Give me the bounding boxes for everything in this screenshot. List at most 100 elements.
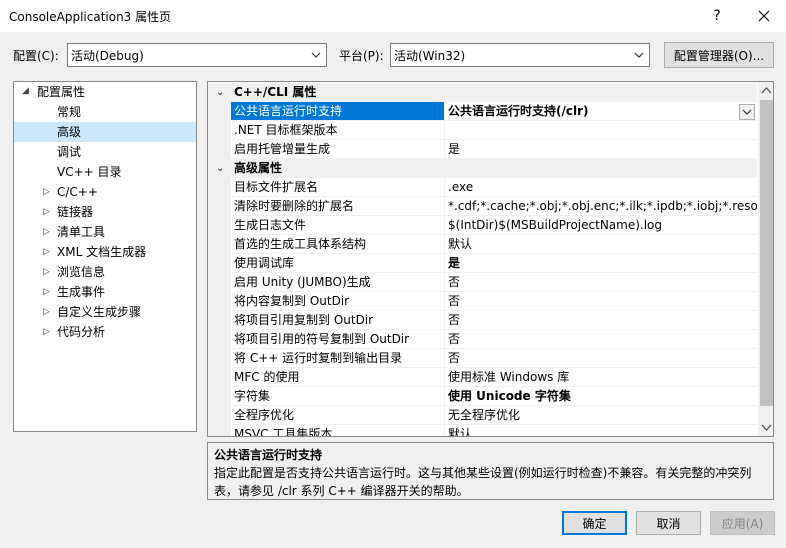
grid-gutter bbox=[208, 102, 231, 121]
description-text: 指定此配置是否支持公共语言运行时。这与其他某些设置(例如运行时检查)不兼容。有关… bbox=[214, 466, 752, 498]
close-button[interactable] bbox=[744, 0, 784, 32]
help-button[interactable]: ? bbox=[700, 0, 734, 32]
property-value[interactable]: 使用标准 Windows 库 bbox=[445, 368, 757, 387]
value-dropdown-button[interactable] bbox=[739, 104, 755, 120]
grid-row[interactable]: 将内容复制到 OutDir 否 bbox=[208, 292, 757, 311]
ok-button[interactable]: 确定 bbox=[562, 511, 627, 535]
tree-item[interactable]: 常规 bbox=[57, 102, 81, 122]
collapsed-triangle-icon[interactable]: ▷ bbox=[43, 267, 50, 277]
collapse-chevron-icon[interactable]: ⌄ bbox=[216, 83, 224, 102]
collapsed-triangle-icon[interactable]: ▷ bbox=[43, 247, 50, 257]
tree-item[interactable]: XML 文档生成器 bbox=[57, 242, 146, 262]
scroll-up-icon[interactable] bbox=[761, 86, 772, 96]
grid-row[interactable]: MFC 的使用 使用标准 Windows 库 bbox=[208, 368, 757, 387]
property-value[interactable] bbox=[445, 121, 757, 140]
collapsed-triangle-icon[interactable]: ▷ bbox=[43, 307, 50, 317]
property-value[interactable]: 否 bbox=[445, 273, 757, 292]
property-value[interactable]: 默认 bbox=[445, 425, 757, 436]
property-grid[interactable]: ⌄ C++/CLI 属性 公共语言运行时支持 公共语言运行时支持(/clr) .NET … bbox=[207, 81, 774, 437]
collapsed-triangle-icon[interactable]: ▷ bbox=[43, 287, 50, 297]
config-select[interactable]: 活动(Debug) bbox=[67, 43, 327, 67]
grid-gutter bbox=[208, 254, 231, 273]
property-value[interactable]: 是 bbox=[445, 254, 757, 273]
grid-row[interactable]: 清除时要删除的扩展名 *.cdf;*.cache;*.obj;*.obj.enc;… bbox=[208, 197, 757, 216]
grid-gutter bbox=[208, 235, 231, 254]
property-value[interactable]: 公共语言运行时支持(/clr) bbox=[445, 102, 757, 121]
collapsed-triangle-icon[interactable]: ▷ bbox=[43, 187, 50, 197]
tree-item[interactable]: C/C++ bbox=[57, 182, 98, 202]
description-title: 公共语言运行时支持 bbox=[214, 448, 323, 462]
collapsed-triangle-icon[interactable]: ▷ bbox=[43, 227, 50, 237]
grid-row[interactable]: 将项目引用的符号复制到 OutDir 否 bbox=[208, 330, 757, 349]
apply-button[interactable]: 应用(A) bbox=[710, 511, 775, 535]
configuration-manager-button[interactable]: 配置管理器(O)... bbox=[664, 42, 774, 68]
property-value[interactable]: 使用 Unicode 字符集 bbox=[445, 387, 757, 406]
property-name[interactable]: 目标文件扩展名 bbox=[231, 178, 445, 197]
title-bar: ConsoleApplication3 属性页 ? bbox=[0, 0, 786, 32]
scrollbar-thumb[interactable] bbox=[760, 100, 773, 406]
collapse-chevron-icon[interactable]: ⌄ bbox=[216, 159, 224, 178]
property-value[interactable]: 默认 bbox=[445, 235, 757, 254]
grid-row[interactable]: 将 C++ 运行时复制到输出目录否 bbox=[208, 349, 757, 368]
tree-item[interactable]: 链接器 bbox=[57, 202, 93, 222]
grid-row[interactable]: 生成日志文件 $(IntDir)$(MSBuildProjectName).log bbox=[208, 216, 757, 235]
grid-row[interactable]: 公共语言运行时支持 公共语言运行时支持(/clr) bbox=[208, 102, 757, 121]
property-name[interactable]: 使用调试库 bbox=[231, 254, 445, 273]
tree-item[interactable]: 高级 bbox=[57, 122, 81, 142]
tree-item[interactable]: 生成事件 bbox=[57, 282, 105, 302]
grid-row[interactable]: 首选的生成工具体系结构 默认 bbox=[208, 235, 757, 254]
property-name[interactable]: MFC 的使用 bbox=[231, 368, 445, 387]
collapsed-triangle-icon[interactable]: ▷ bbox=[43, 327, 50, 337]
tree-item[interactable]: 调试 bbox=[57, 142, 81, 162]
tree-item[interactable]: 代码分析 bbox=[57, 322, 105, 342]
grid-row[interactable]: 使用调试库是 bbox=[208, 254, 757, 273]
expanded-triangle-icon[interactable]: ◢ bbox=[22, 86, 29, 96]
grid-gutter bbox=[208, 292, 231, 311]
grid-row[interactable]: 启用托管增量生成是 bbox=[208, 140, 757, 159]
tree-item[interactable]: VC++ 目录 bbox=[57, 162, 122, 182]
grid-row[interactable]: 启用 Unity (JUMBO)生成否 bbox=[208, 273, 757, 292]
tree-item[interactable]: 浏览信息 bbox=[57, 262, 105, 282]
cancel-button[interactable]: 取消 bbox=[636, 511, 701, 535]
property-value[interactable]: 是 bbox=[445, 140, 757, 159]
property-name[interactable]: 将 C++ 运行时复制到输出目录 bbox=[231, 349, 445, 368]
property-value[interactable]: 否 bbox=[445, 330, 757, 349]
property-name[interactable]: 生成日志文件 bbox=[231, 216, 445, 235]
grid-category[interactable]: ⌄ 高级属性 bbox=[208, 159, 757, 178]
platform-select[interactable]: 活动(Win32) bbox=[390, 43, 650, 67]
property-value[interactable]: 否 bbox=[445, 311, 757, 330]
property-name[interactable]: MSVC 工具集版本 bbox=[231, 425, 445, 436]
property-value[interactable]: 否 bbox=[445, 292, 757, 311]
collapsed-triangle-icon[interactable]: ▷ bbox=[43, 207, 50, 217]
grid-row[interactable]: 全程序优化 无全程序优化 bbox=[208, 406, 757, 425]
grid-gutter bbox=[208, 197, 231, 216]
property-value[interactable]: .exe bbox=[445, 178, 757, 197]
property-name[interactable]: 启用托管增量生成 bbox=[231, 140, 445, 159]
property-name[interactable]: 字符集 bbox=[231, 387, 445, 406]
property-name[interactable]: .NET 目标框架版本 bbox=[231, 121, 445, 140]
grid-row[interactable]: .NET 目标框架版本 bbox=[208, 121, 757, 140]
property-value[interactable]: 否 bbox=[445, 349, 757, 368]
scroll-down-icon[interactable] bbox=[761, 422, 772, 432]
property-name[interactable]: 将项目引用的符号复制到 OutDir bbox=[231, 330, 445, 349]
property-name[interactable]: 首选的生成工具体系结构 bbox=[231, 235, 445, 254]
property-name[interactable]: 清除时要删除的扩展名 bbox=[231, 197, 445, 216]
tree-item[interactable]: 清单工具 bbox=[57, 222, 105, 242]
grid-row[interactable]: 字符集 使用 Unicode 字符集 bbox=[208, 387, 757, 406]
grid-category[interactable]: ⌄ C++/CLI 属性 bbox=[208, 83, 757, 102]
tree-item[interactable]: 自定义生成步骤 bbox=[57, 302, 141, 322]
property-value[interactable]: *.cdf;*.cache;*.obj;*.obj.enc;*.ilk;*.ip… bbox=[445, 197, 757, 216]
grid-row[interactable]: MSVC 工具集版本 默认 bbox=[208, 425, 757, 436]
property-value[interactable]: $(IntDir)$(MSBuildProjectName).log bbox=[445, 216, 757, 235]
property-name[interactable]: 启用 Unity (JUMBO)生成 bbox=[231, 273, 445, 292]
property-name[interactable]: 将内容复制到 OutDir bbox=[231, 292, 445, 311]
grid-row[interactable]: 将项目引用复制到 OutDir 否 bbox=[208, 311, 757, 330]
property-name[interactable]: 将项目引用复制到 OutDir bbox=[231, 311, 445, 330]
property-tree[interactable]: ◢ 配置属性 常规 高级 调试 VC++ 目录 ▷ C/C++ ▷ 链接器 ▷ 清单工具 ▷ XML … bbox=[13, 81, 197, 432]
property-name[interactable]: 全程序优化 bbox=[231, 406, 445, 425]
platform-value: 活动(Win32) bbox=[394, 48, 466, 63]
property-value[interactable]: 无全程序优化 bbox=[445, 406, 757, 425]
tree-root-config-properties[interactable]: 配置属性 bbox=[37, 82, 85, 102]
property-name[interactable]: 公共语言运行时支持 bbox=[231, 102, 445, 121]
grid-row[interactable]: 目标文件扩展名 .exe bbox=[208, 178, 757, 197]
